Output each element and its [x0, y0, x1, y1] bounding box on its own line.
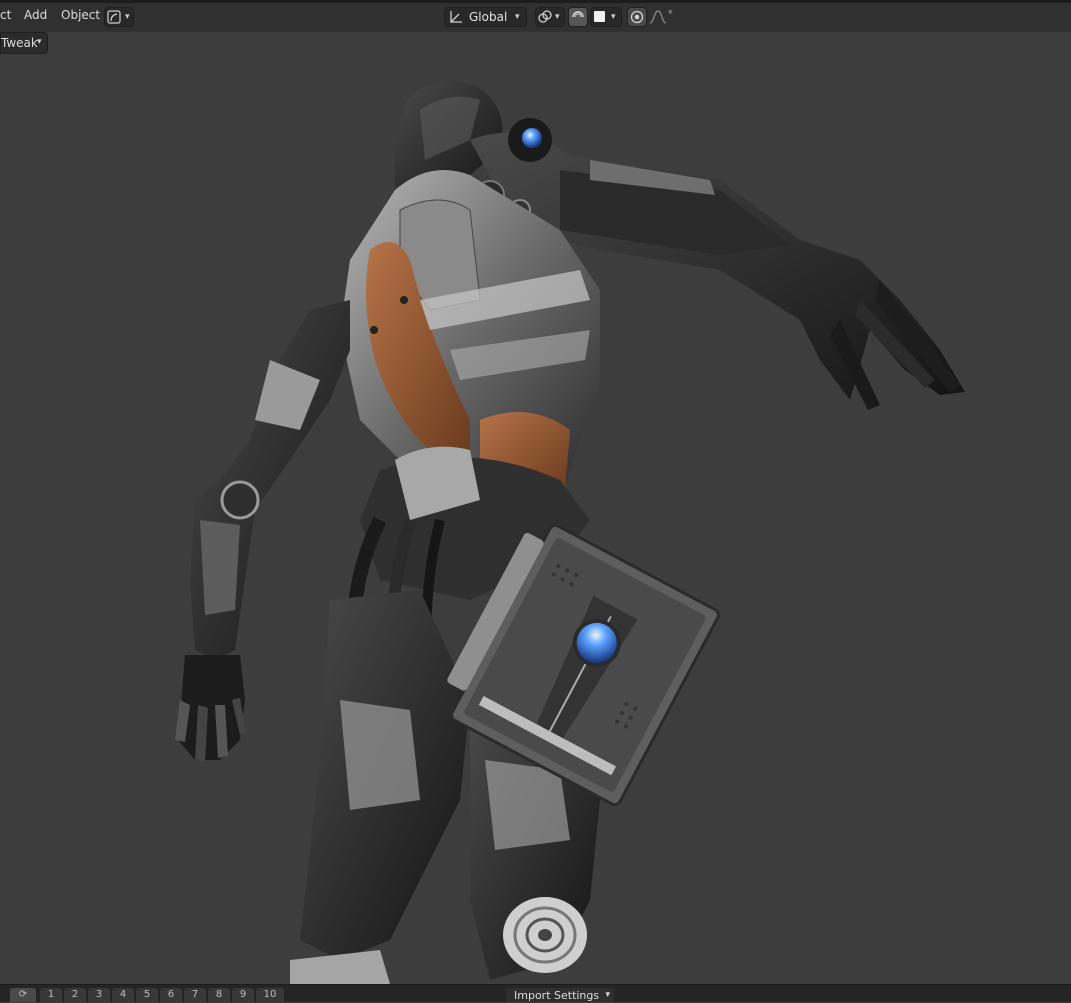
viewport-header: ct Add Object ▾ Global ▾ ▾ ▾ ▾	[0, 0, 1071, 32]
timeline-header: ⟳ 1 2 3 4 5 6 7 8 9 10 Import Settings ▾	[0, 984, 1071, 1002]
chevron-down-icon: ▾	[37, 37, 42, 47]
layer-button-7[interactable]: 7	[184, 988, 206, 1002]
magnet-icon	[572, 11, 584, 18]
import-settings-dropdown[interactable]: Import Settings ▾	[506, 988, 614, 1002]
layer-button-10[interactable]: 10	[256, 988, 284, 1002]
transform-orientation-icon	[450, 11, 462, 23]
chevron-down-icon: ▾	[668, 8, 673, 18]
chevron-down-icon: ▾	[125, 12, 130, 22]
layer-button-4[interactable]: 4	[112, 988, 134, 1002]
object-mode-icon	[107, 10, 121, 24]
proportional-edit-toggle[interactable]	[627, 7, 647, 27]
layer-button-6[interactable]: 6	[160, 988, 182, 1002]
transform-orientation-dropdown[interactable]: Global ▾	[444, 7, 527, 27]
layer-button-5[interactable]: 5	[136, 988, 158, 1002]
layer-button-1[interactable]: 1	[40, 988, 62, 1002]
snap-icon	[538, 10, 552, 23]
layer-button-3[interactable]: 3	[88, 988, 110, 1002]
menu-select[interactable]: ct	[0, 8, 11, 22]
import-settings-label: Import Settings	[514, 989, 600, 1002]
layer-button-2[interactable]: 2	[64, 988, 86, 1002]
layer-icon-button[interactable]: ⟳	[10, 988, 36, 1002]
proportional-edit-icon	[630, 10, 644, 24]
snap-target-dropdown[interactable]: ▾	[590, 7, 622, 27]
falloff-dropdown[interactable]: ▾	[648, 8, 678, 27]
select-mode-dropdown[interactable]: Tweak ▾	[0, 32, 48, 54]
chevron-down-icon: ▾	[611, 12, 616, 22]
layer-button-9[interactable]: 9	[232, 988, 254, 1002]
layer-button-8[interactable]: 8	[208, 988, 230, 1002]
snap-toggle[interactable]	[568, 7, 588, 27]
chevron-down-icon: ▾	[555, 12, 560, 22]
pivot-dropdown[interactable]: ▾	[535, 7, 565, 27]
menu-object[interactable]: Object	[61, 8, 100, 22]
3d-viewport[interactable]	[0, 32, 1071, 984]
robot-character-render	[175, 80, 965, 984]
chevron-down-icon: ▾	[515, 12, 520, 22]
orientation-label: Global	[469, 10, 508, 24]
snap-square-icon	[594, 11, 605, 22]
falloff-icon	[649, 10, 667, 24]
select-mode-label: Tweak	[1, 36, 38, 50]
menu-add[interactable]: Add	[24, 8, 47, 22]
rotate-icon: ⟳	[18, 989, 28, 1000]
object-mode-dropdown[interactable]: ▾	[104, 7, 134, 27]
